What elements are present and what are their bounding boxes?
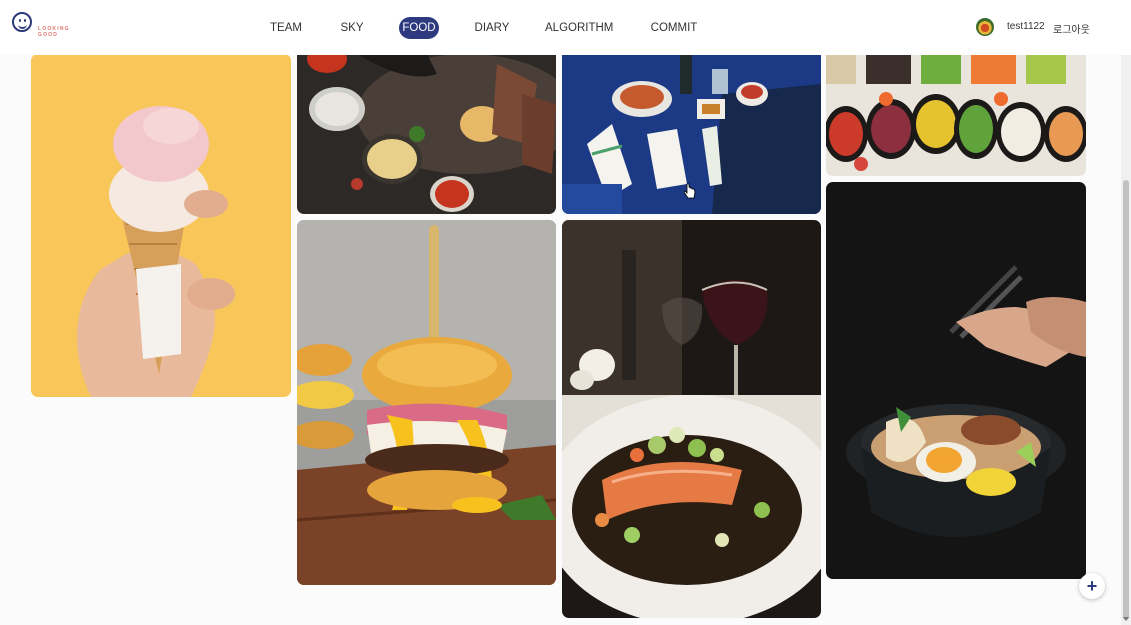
page-scrollbar[interactable] — [1121, 0, 1131, 625]
photo-ice-cream[interactable] — [31, 54, 291, 397]
plus-icon: + — [1086, 576, 1098, 596]
top-navigation-bar: LOOKING GOOD TEAM SKY FOOD DIARY ALGORIT… — [0, 0, 1131, 55]
add-photo-button[interactable]: + — [1079, 573, 1105, 599]
nav-item-sky[interactable]: SKY — [334, 17, 370, 39]
nav-item-algorithm[interactable]: ALGORITHM — [545, 17, 613, 39]
nav-item-diary[interactable]: DIARY — [472, 17, 512, 39]
username: test1122 — [1007, 21, 1045, 32]
photo-meat-platter[interactable] — [297, 54, 556, 214]
photo-ramen[interactable] — [826, 182, 1086, 579]
main-nav: TEAM SKY FOOD DIARY ALGORITHM COMMIT — [0, 0, 1131, 55]
scroll-down-icon[interactable] — [1123, 617, 1129, 621]
hand-cursor-icon — [684, 183, 696, 199]
nav-item-team[interactable]: TEAM — [266, 17, 306, 39]
photo-salmon-dinner[interactable] — [562, 220, 821, 618]
photo-burger[interactable] — [297, 220, 556, 585]
nav-item-commit[interactable]: COMMIT — [650, 17, 698, 39]
photo-salad-bar[interactable] — [826, 54, 1086, 176]
scrollbar-thumb[interactable] — [1123, 180, 1129, 620]
nav-item-food[interactable]: FOOD — [399, 17, 439, 39]
logout-button[interactable]: 로그아웃 — [1053, 21, 1090, 36]
food-avatar-icon[interactable] — [976, 18, 994, 36]
